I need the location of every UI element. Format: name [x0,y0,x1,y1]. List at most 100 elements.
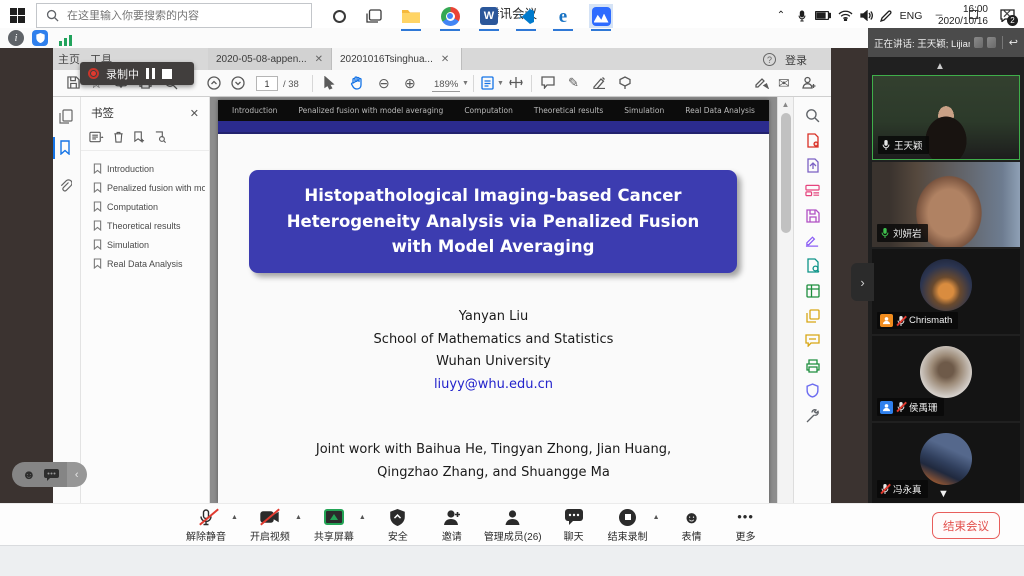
meeting-info-icon[interactable]: i [8,30,24,46]
collapse-pill-icon[interactable]: ‹ [67,462,87,487]
tray-language-label[interactable]: ENG [897,0,925,31]
bookmark-item[interactable]: Introduction [93,159,205,178]
sign-tool-icon[interactable] [804,232,821,249]
tencent-meeting-icon[interactable] [589,4,613,28]
emoji-button[interactable]: ☻ 表情 [670,507,714,543]
tray-volume-icon[interactable] [856,0,876,31]
bookmark-item[interactable]: Computation [93,197,205,216]
chat-button[interactable]: 聊天 [552,507,596,543]
security-button[interactable]: 安全 [376,507,420,543]
comment-tool-icon[interactable] [804,332,821,349]
share-pen-icon[interactable] [755,76,769,89]
page-width-icon[interactable] [509,76,523,89]
create-pdf-tool-icon[interactable] [804,157,821,174]
tray-pen-icon[interactable] [877,0,895,31]
zoom-dropdown-icon[interactable]: ▼ [462,80,469,87]
invite-button[interactable]: 邀请 [430,507,474,543]
taskbar-search-box[interactable] [36,3,312,28]
search-input[interactable] [67,10,287,22]
chrome-icon[interactable] [438,4,462,28]
tab-home[interactable]: 主页 [58,51,80,70]
email-icon[interactable]: ✉ [778,76,790,90]
video-tile[interactable]: 刘妍岩 [872,162,1020,247]
zoom-in-icon[interactable]: ⊕ [404,76,416,90]
fill-sign-icon[interactable] [593,76,607,89]
cortana-button[interactable] [327,4,351,28]
compress-pdf-tool-icon[interactable] [804,257,821,274]
tray-battery-icon[interactable] [813,0,833,31]
scrollbar-thumb[interactable] [781,113,791,233]
record-options-caret[interactable]: ▲ [653,514,660,521]
hand-tool-icon[interactable] [350,76,364,90]
bookmarks-panel-icon[interactable] [59,140,75,156]
document-tab-1[interactable]: 2020-05-08-appen... ✕ [208,48,332,70]
export-excel-tool-icon[interactable] [804,282,821,299]
scroll-videos-down-icon[interactable]: ▼ [938,488,949,500]
more-tools-icon[interactable] [804,407,821,424]
edge-icon[interactable]: e [551,4,575,28]
fit-page-icon[interactable] [481,76,494,90]
more-button[interactable]: ••• 更多 [724,507,768,543]
tray-mic-icon[interactable] [793,0,811,31]
meeting-security-icon[interactable] [32,30,48,46]
page-thumbnails-icon[interactable] [59,109,75,125]
end-meeting-button[interactable]: 结束会议 [932,512,1000,539]
protect-tool-icon[interactable] [804,382,821,399]
bookmark-options-icon[interactable] [89,131,104,143]
video-options-caret[interactable]: ▲ [295,514,302,521]
help-icon[interactable]: ? [763,53,776,66]
add-person-icon[interactable] [802,76,816,89]
return-icon[interactable]: ↩ [1009,36,1018,49]
stop-recording-button[interactable] [162,69,172,79]
document-tab-2-active[interactable]: 20201016Tsinghua... ✕ [332,48,462,70]
tray-expand-icon[interactable]: ⌃ [772,0,790,31]
comment-icon[interactable] [541,76,555,89]
tray-wifi-icon[interactable] [835,0,855,31]
edit-pdf-tool-icon[interactable] [804,182,821,199]
zoom-out-icon[interactable]: ⊖ [378,76,390,90]
stamp-icon[interactable] [618,76,632,89]
highlight-pen-icon[interactable]: ✎ [568,76,579,90]
previous-page-icon[interactable] [207,76,221,90]
save-icon[interactable] [67,76,80,89]
search-tool-icon[interactable] [804,107,821,124]
video-tile[interactable]: 侯禹珊 [872,336,1020,421]
bookmark-item[interactable]: Simulation [93,235,205,254]
stop-record-button[interactable]: 结束录制 [606,507,650,543]
start-video-button[interactable]: 开启视频 [248,507,292,543]
emoji-quick-icon[interactable]: ☻ [22,468,36,481]
organize-pages-tool-icon[interactable] [804,307,821,324]
zoom-level-value[interactable]: 189% [432,79,460,92]
task-view-button[interactable] [362,4,386,28]
bookmark-item[interactable]: Theoretical results [93,216,205,235]
scroll-up-icon[interactable]: ▲ [778,97,793,109]
share-options-caret[interactable]: ▲ [359,514,366,521]
close-tab-icon[interactable]: ✕ [441,54,449,65]
vscode-icon[interactable] [514,4,538,28]
save-as-tool-icon[interactable] [804,207,821,224]
chat-quick-icon[interactable] [44,469,59,481]
file-explorer-icon[interactable] [399,4,423,28]
manage-members-button[interactable]: 管理成员(26) [484,507,542,543]
close-panel-icon[interactable]: ✕ [190,107,199,120]
windows-start-button[interactable] [10,8,25,23]
attachments-icon[interactable] [59,179,75,195]
collapse-videos-up-icon[interactable]: ▲ [935,61,945,72]
bookmark-search-icon[interactable] [154,131,166,143]
select-tool-icon[interactable] [323,76,335,90]
author-email-link[interactable]: liuyy@whu.edu.cn [218,374,769,397]
fit-dropdown-icon[interactable]: ▼ [497,80,504,87]
video-tile-speaking[interactable]: 王天颖 [872,75,1020,160]
notification-center-icon[interactable]: 2 [994,0,1020,31]
pause-recording-button[interactable] [146,68,155,79]
unmute-button[interactable]: 解除静音 [184,507,228,543]
page-number-input[interactable] [256,76,278,91]
delete-bookmark-icon[interactable] [113,131,124,143]
bookmark-item[interactable]: Real Data Analysis [93,254,205,273]
next-page-icon[interactable] [231,76,245,90]
sidebar-collapse-handle[interactable]: › [851,263,874,301]
tray-clock[interactable]: 16:00 2020/10/16 [928,0,990,31]
video-tile[interactable]: Chrismath [872,249,1020,334]
close-tab-icon[interactable]: ✕ [315,54,323,65]
add-bookmark-icon[interactable] [133,131,145,143]
